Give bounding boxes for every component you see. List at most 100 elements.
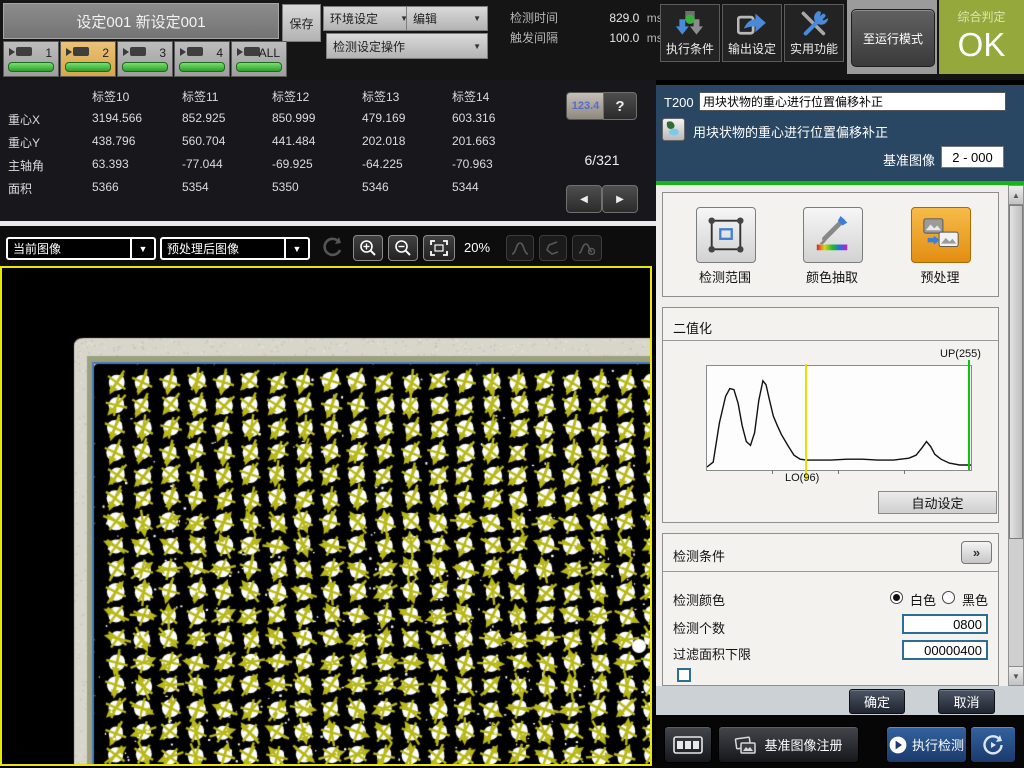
row-label: 面积 [8,180,32,197]
chevron-down-icon: ▼ [473,42,481,51]
table-cell: -77.044 [182,157,223,171]
table-cell: 479.169 [362,111,405,125]
eyedropper-icon [812,215,854,255]
image-source-select[interactable]: 当前图像 ▼ [6,237,156,260]
chevron-down-icon: ▼ [473,14,481,23]
status-green-bar [8,62,54,72]
cancel-button[interactable]: 取消 [938,689,995,714]
fit-screen-button[interactable] [423,235,455,261]
menu-environment[interactable]: 环境设定▼ [323,6,415,31]
app-window: 设定001 新设定001 保存 环境设定▼ 编辑▼ 检测设定操作▼ 1 2 3 … [0,0,1024,768]
film-strip-button[interactable] [664,726,712,763]
status-green-bar [65,62,111,72]
film-strip-icon [673,736,703,754]
binarize-group: 二值化 UP(255) LO(96) 自动设定 [662,307,999,523]
continuous-run-button[interactable] [970,726,1016,763]
lo-threshold-line[interactable] [805,364,807,480]
chevron-down-icon: ▼ [130,239,154,258]
help-button[interactable]: ? [603,92,637,120]
profile-tool-button[interactable] [539,235,567,261]
table-cell: 202.018 [362,134,405,148]
binarize-title: 二值化 [673,318,712,337]
scrollbar-thumb[interactable] [1009,205,1023,539]
filter-area-input[interactable] [902,640,988,660]
checkbox[interactable] [677,668,691,682]
col-header: 标签13 [362,88,399,105]
filter-area-label: 过滤面积下限 [673,644,751,663]
detect-range-button[interactable] [696,207,756,263]
radio-white[interactable] [890,591,903,604]
judge-label: 综合判定 [939,8,1024,25]
color-extract-button[interactable] [803,207,863,263]
image-viewport[interactable] [0,266,652,766]
camera-tab-4[interactable]: 4 [174,41,230,77]
status-green-bar [122,62,168,72]
table-cell: -64.225 [362,157,403,171]
menu-detect-operation[interactable]: 检测设定操作▼ [326,33,488,59]
radio-black[interactable] [942,591,955,604]
branch-icon [675,11,705,37]
detect-time-row: 检测时间 829.0 ms [510,9,663,26]
curve-settings-button[interactable] [572,235,602,261]
table-cell: -69.925 [272,157,313,171]
histogram-plot [706,365,972,471]
expand-button[interactable]: » [961,541,992,564]
conditions-title: 检测条件 [673,546,725,565]
inspector-header: T200 用块状物的重心进行位置偏移补正 基准图像 2 - 000 [656,85,1024,181]
ref-image-register-button[interactable]: 基准图像注册 [718,726,859,763]
ok-button[interactable]: 确定 [849,689,905,714]
trigger-interval-row: 触发间隔 100.0 ms [510,29,663,46]
zoom-in-button[interactable] [353,235,383,261]
exec-condition-button[interactable]: 执行条件 [660,4,720,62]
chevron-down-icon: ▼ [284,239,308,258]
next-page-button[interactable]: ▶ [602,185,638,213]
ref-image-value[interactable]: 2 - 000 [941,146,1004,168]
tool-title-input[interactable] [699,92,1006,111]
table-cell: 603.316 [452,111,495,125]
ref-image-label: 基准图像 [883,150,935,169]
auto-set-button[interactable]: 自动设定 [878,491,997,514]
display-mode-select[interactable]: 预处理后图像 ▼ [160,237,310,260]
camera-icon [9,47,32,56]
right-panel-scrollbar[interactable]: ▲ ▼ [1008,185,1024,686]
bottom-bar: 基准图像注册 执行检测 [656,715,1024,768]
bell-curve-icon [511,241,529,255]
camera-tab-all[interactable]: ALL [231,41,287,77]
table-cell: 441.484 [272,134,315,148]
axis-tick [904,470,905,474]
histogram-tool-button[interactable] [506,235,534,261]
confirm-row: 确定 取消 [656,686,1024,715]
loop-icon [981,733,1005,757]
output-settings-button[interactable]: 输出设定 [722,4,782,62]
camera-tab-1[interactable]: 1 [3,41,59,77]
prev-page-button[interactable]: ◀ [566,185,602,213]
save-button[interactable]: 保存 [282,4,321,42]
zoom-out-button[interactable] [388,235,418,261]
table-cell: 850.999 [272,111,315,125]
camera-icon [123,47,146,56]
preprocess-button[interactable] [911,207,971,263]
preprocess-icon [920,215,962,255]
run-mode-button[interactable]: 至运行模式 [851,9,935,67]
scroll-down-icon[interactable]: ▼ [1009,666,1023,685]
curve-gear-icon [578,241,596,255]
register-image-icon [734,735,758,755]
up-threshold-label: UP(255) [940,348,981,360]
camera-tab-2[interactable]: 2 [60,41,116,77]
scroll-up-icon[interactable]: ▲ [1009,186,1023,205]
utility-button[interactable]: 实用功能 [784,4,844,62]
numeric-display-button[interactable]: 123.4 [566,92,605,120]
play-icon [889,736,907,754]
col-header: 标签10 [92,88,129,105]
fit-screen-icon [430,240,448,256]
detect-count-input[interactable] [902,614,988,634]
refresh-icon [318,236,346,260]
camera-tab-3[interactable]: 3 [117,41,173,77]
radio-white-label: 白色 [910,590,936,609]
table-cell: 5354 [182,180,209,194]
toolbtn-label: 预处理 [890,267,990,286]
run-test-button[interactable]: 执行检测 [886,726,967,763]
up-threshold-line[interactable] [968,360,970,470]
table-cell: 852.925 [182,111,225,125]
menu-edit[interactable]: 编辑▼ [406,6,488,31]
